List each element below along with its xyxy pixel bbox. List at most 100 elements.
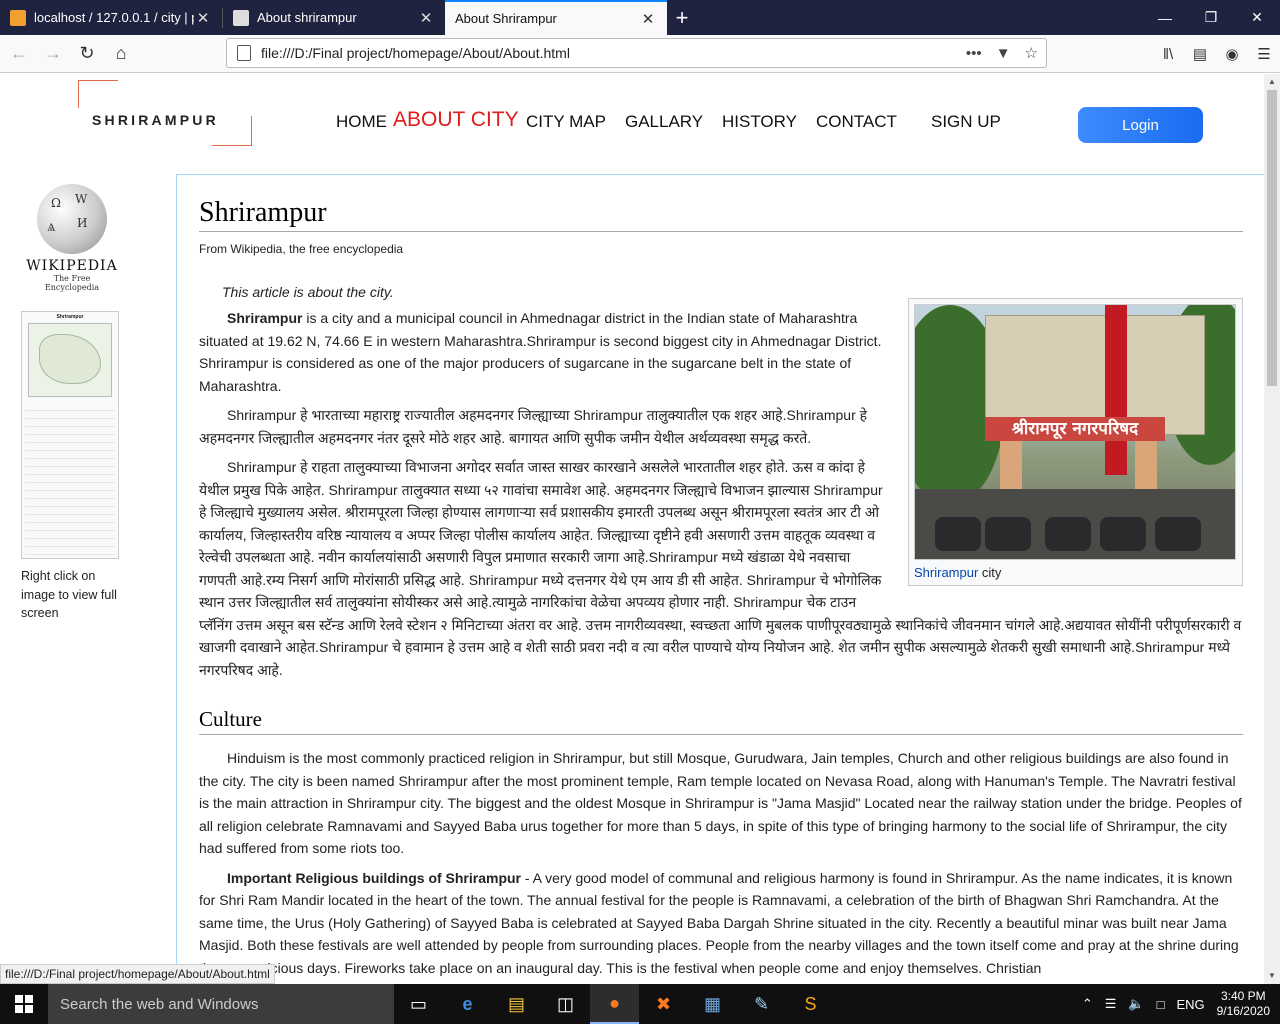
reload-icon[interactable]: ↻ (72, 39, 102, 69)
thumbnail-caption: Right click on image to view full screen (21, 569, 117, 620)
culture-paragraph-1: Hinduism is the most commonly practiced … (199, 750, 1242, 856)
intro-bold: Shrirampur (227, 310, 303, 326)
bookmark-star-icon[interactable]: ☆ (1025, 44, 1038, 62)
clock-time: 3:40 PM (1220, 989, 1266, 1003)
scroll-down-icon[interactable]: ▼ (1264, 968, 1280, 984)
windows-taskbar: Search the web and Windows ▭ e ▤ ◫ ● ✖ ▦… (0, 984, 1280, 1024)
windows-logo-icon (15, 995, 33, 1013)
tab-title: About shrirampur (257, 10, 357, 25)
scroll-thumb[interactable] (1267, 90, 1277, 386)
tab-about-shrirampur-active[interactable]: About Shrirampur ✕ (445, 0, 667, 35)
tab-about-shrirampur-1[interactable]: About shrirampur ✕ (223, 0, 445, 35)
maximize-icon[interactable]: ❐ (1188, 0, 1234, 35)
browser-tab-bar: localhost / 127.0.0.1 / city | phpMyAdmi… (0, 0, 1280, 35)
page-icon (237, 45, 251, 61)
nav-contact[interactable]: CONTACT (816, 112, 897, 132)
sublime-text-icon[interactable]: S (786, 984, 835, 1024)
scroll-up-icon[interactable]: ▲ (1264, 74, 1280, 90)
photo-motorbike (935, 517, 981, 551)
notifications-icon[interactable]: □ (1157, 997, 1165, 1012)
wikipedia-globe-icon: ΩW ѦИ (37, 184, 107, 254)
photo-motorbike (1100, 517, 1146, 551)
tray-chevron-icon[interactable]: ⌃ (1082, 996, 1093, 1012)
url-text[interactable]: file:///D:/Final project/homepage/About/… (261, 45, 952, 61)
home-icon[interactable]: ⌂ (106, 39, 136, 69)
menu-icon[interactable]: ☰ (1248, 45, 1280, 63)
start-button[interactable] (0, 984, 48, 1024)
photo-gate-sign: श्रीरामपूर नगरपरिषद (985, 417, 1165, 441)
account-icon[interactable]: ◉ (1216, 45, 1248, 63)
language-indicator[interactable]: ENG (1176, 997, 1204, 1012)
file-explorer-icon[interactable]: ▤ (492, 984, 541, 1024)
photo-motorbike (985, 517, 1031, 551)
logo-text: SHRIRAMPUR (92, 112, 219, 128)
city-figure: श्रीरामपूर नगरपरिषद Shrirampur city (908, 298, 1243, 586)
culture-heading: Culture (199, 707, 1243, 735)
culture-bold: Important Religious buildings of Shriram… (227, 869, 522, 886)
edge-icon[interactable]: e (443, 984, 492, 1024)
municipal-council-photo[interactable]: श्रीरामपूर नगरपरिषद (914, 304, 1236, 560)
close-icon[interactable]: ✕ (1234, 0, 1280, 35)
photo-red-pillar (1105, 305, 1127, 475)
figure-caption: Shrirampur city (914, 565, 1237, 580)
forward-icon[interactable]: → (38, 39, 68, 69)
paint-icon[interactable]: ✎ (737, 984, 786, 1024)
figure-caption-link[interactable]: Shrirampur (914, 565, 978, 580)
culture-paragraph-2: Important Religious buildings of Shriram… (199, 867, 1243, 980)
task-view-icon[interactable]: ▭ (394, 984, 443, 1024)
toolbar-right: ‖\ ▤ ◉ ☰ (1152, 35, 1280, 73)
new-tab-button[interactable]: + (667, 0, 697, 35)
wikipedia-tagline: The Free Encyclopedia (44, 274, 100, 292)
network-icon[interactable]: ☰ (1105, 996, 1117, 1012)
maharashtra-map-thumbnail (28, 323, 112, 397)
clock-date: 9/16/2020 (1216, 1004, 1270, 1018)
login-button[interactable]: Login (1078, 107, 1203, 143)
close-tab-icon[interactable]: ✕ (417, 9, 435, 27)
tab-title: About Shrirampur (455, 11, 557, 26)
infobox-thumbnail[interactable]: Shrirampur (21, 311, 119, 559)
volume-icon[interactable]: 🔈 (1128, 996, 1144, 1012)
logo-frame-top-left (78, 80, 118, 108)
photo-motorbike (1045, 517, 1091, 551)
nav-gallary[interactable]: GALLARY (625, 112, 703, 132)
infobox-title: Shrirampur (56, 314, 84, 320)
more-actions-icon[interactable]: ••• (966, 45, 982, 62)
store-icon[interactable]: ◫ (541, 984, 590, 1024)
system-tray: ⌃ ☰ 🔈 □ ENG 3:40 PM 9/16/2020 (1076, 984, 1280, 1024)
tab-title: localhost / 127.0.0.1 / city | phpMyAdmi… (34, 10, 194, 25)
taskbar-search[interactable]: Search the web and Windows (48, 984, 394, 1024)
nav-city-map[interactable]: CITY MAP (526, 112, 606, 132)
sidebar-icon[interactable]: ▤ (1184, 45, 1216, 63)
nav-history[interactable]: HISTORY (722, 112, 797, 132)
address-bar[interactable]: file:///D:/Final project/homepage/About/… (226, 38, 1047, 68)
infobox-rows (22, 400, 118, 558)
back-icon[interactable]: ← (4, 39, 34, 69)
window-controls: — ❐ ✕ (1142, 0, 1280, 35)
minimize-icon[interactable]: — (1142, 0, 1188, 35)
article-source: From Wikipedia, the free encyclopedia (199, 242, 404, 256)
page-scrollbar[interactable]: ▲ ▼ (1264, 74, 1280, 984)
close-tab-icon[interactable]: ✕ (194, 9, 212, 27)
xampp-icon[interactable]: ✖ (639, 984, 688, 1024)
wikipedia-logo[interactable]: ΩW ѦИ WIKIPEDIA The Free Encyclopedia (26, 184, 118, 292)
article-content: Shrirampur From Wikipedia, the free ency… (199, 175, 1243, 979)
intro-text: is a city and a municipal council in Ahm… (199, 310, 882, 394)
browser-toolbar: ← → ↻ ⌂ file:///D:/Final project/homepag… (0, 35, 1280, 73)
article-title: Shrirampur (199, 197, 1243, 232)
site-logo[interactable]: SHRIRAMPUR (78, 80, 252, 146)
library-icon[interactable]: ‖\ (1152, 46, 1184, 63)
nav-about-city[interactable]: ABOUT CITY (393, 108, 519, 132)
close-tab-icon[interactable]: ✕ (639, 10, 657, 28)
firefox-icon[interactable]: ● (590, 984, 639, 1024)
pocket-icon[interactable]: ▼ (996, 45, 1011, 62)
article-body: श्रीरामपूर नगरपरिषद Shrirampur city Shri… (199, 298, 1243, 980)
tab-phpmyadmin[interactable]: localhost / 127.0.0.1 / city | phpMyAdmi… (0, 0, 222, 35)
nav-sign-up[interactable]: SIGN UP (931, 112, 1001, 132)
page-viewport: SHRIRAMPUR HOME ABOUT CITY CITY MAP GALL… (0, 74, 1264, 984)
article-panel: Shrirampur From Wikipedia, the free ency… (176, 174, 1264, 984)
virtualbox-icon[interactable]: ▦ (688, 984, 737, 1024)
nav-home[interactable]: HOME (336, 112, 387, 132)
link-status-bar: file:///D:/Final project/homepage/About/… (0, 964, 275, 984)
clock[interactable]: 3:40 PM 9/16/2020 (1217, 989, 1270, 1019)
page-favicon-icon (233, 9, 249, 26)
